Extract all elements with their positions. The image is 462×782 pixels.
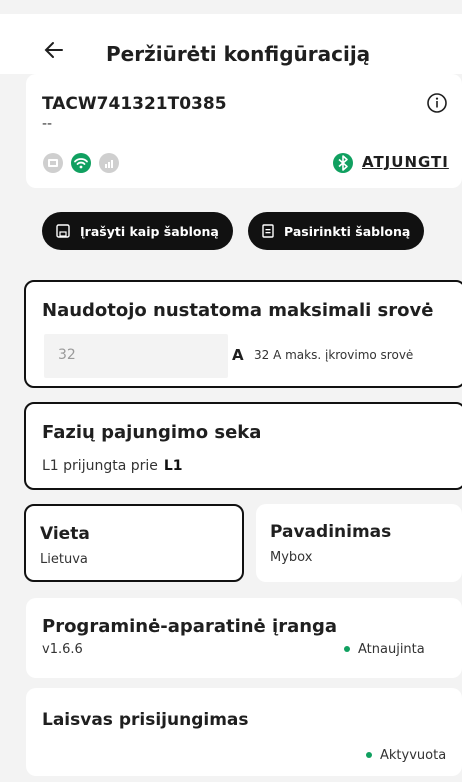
firmware-heading: Programinė-aparatinė įranga [42, 616, 338, 637]
firmware-version: v1.6.6 [42, 642, 83, 657]
top-bar: Peržiūrėti konfigūraciją [0, 14, 462, 74]
disconnect-button[interactable]: ATJUNGTI [362, 153, 449, 171]
device-serial: TACW741321T0385 [42, 94, 227, 114]
location-value: Lietuva [40, 552, 88, 567]
choose-template-button[interactable]: Pasirinkti šabloną [248, 212, 425, 250]
wifi-icon [71, 153, 91, 173]
choose-template-label: Pasirinkti šabloną [284, 223, 411, 239]
phase-sequence-value: L1 [163, 458, 183, 474]
firmware-status: Atnaujinta [344, 642, 425, 657]
bluetooth-icon [333, 153, 353, 173]
name-value: Mybox [270, 550, 313, 565]
phase-sequence-text: L1 prijungta prie L1 [42, 458, 183, 474]
current-unit: A [232, 346, 244, 364]
status-dot-icon [344, 645, 350, 652]
phase-sequence-card[interactable]: Fazių pajungimo seka L1 prijungta prie L1 [24, 402, 462, 490]
page-title: Peržiūrėti konfigūraciją [106, 42, 371, 66]
free-access-status: Aktyvuota [366, 748, 446, 763]
name-heading: Pavadinimas [270, 522, 392, 542]
ethernet-icon [43, 153, 63, 173]
max-current-placeholder: 32 [58, 347, 76, 363]
phase-sequence-heading: Fazių pajungimo seka [42, 422, 262, 443]
max-current-card: Naudotojo nustatoma maksimali srovė 32 A… [24, 280, 462, 388]
device-subtitle: -- [42, 116, 53, 132]
template-icon [262, 224, 274, 238]
info-icon[interactable] [426, 92, 448, 114]
device-card: TACW741321T0385 -- ATJUNGTI [26, 74, 462, 188]
free-access-card[interactable]: Laisvas prisijungimas Aktyvuota [26, 688, 462, 776]
arrow-left-icon[interactable] [42, 38, 66, 62]
max-current-heading: Naudotojo nustatoma maksimali srovė [42, 300, 434, 321]
save-template-button[interactable]: Įrašyti kaip šabloną [42, 212, 233, 250]
location-card[interactable]: Vieta Lietuva [24, 504, 244, 582]
cellular-4g-icon [99, 153, 119, 173]
max-current-hint: 32 A maks. įkrovimo srovė [254, 348, 414, 362]
free-access-heading: Laisvas prisijungimas [42, 710, 249, 730]
save-icon [56, 224, 70, 238]
status-dot-icon [366, 751, 372, 758]
firmware-card[interactable]: Programinė-aparatinė įranga v1.6.6 Atnau… [26, 598, 462, 678]
location-heading: Vieta [40, 524, 90, 544]
name-card[interactable]: Pavadinimas Mybox [256, 504, 462, 582]
max-current-input[interactable]: 32 [44, 334, 228, 378]
save-template-label: Įrašyti kaip šabloną [80, 223, 219, 239]
